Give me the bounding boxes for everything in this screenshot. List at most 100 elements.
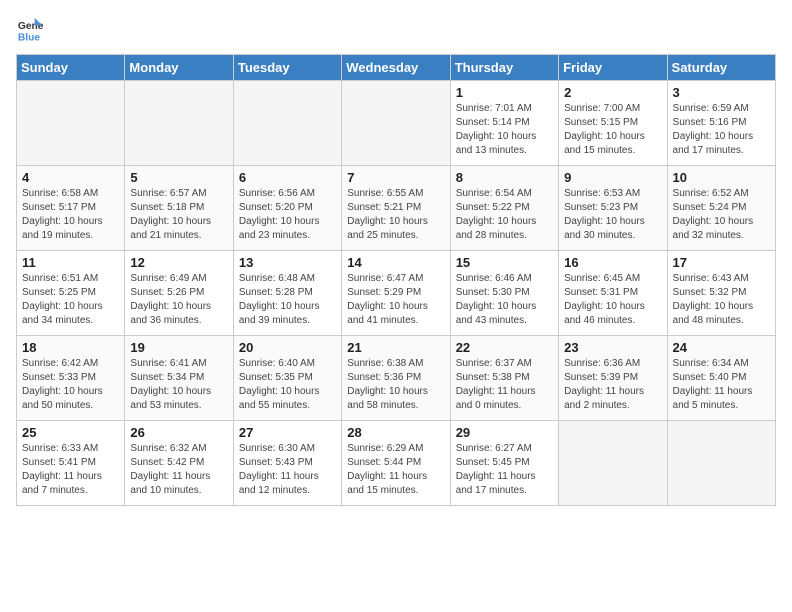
day-number: 29	[456, 425, 553, 440]
calendar-cell: 1Sunrise: 7:01 AM Sunset: 5:14 PM Daylig…	[450, 81, 558, 166]
calendar-cell	[559, 421, 667, 506]
day-number: 27	[239, 425, 336, 440]
day-number: 3	[673, 85, 770, 100]
day-info: Sunrise: 6:37 AM Sunset: 5:38 PM Dayligh…	[456, 357, 553, 413]
day-info: Sunrise: 6:33 AM Sunset: 5:41 PM Dayligh…	[22, 442, 119, 498]
weekday-header: Monday	[125, 55, 233, 81]
weekday-header: Thursday	[450, 55, 558, 81]
day-info: Sunrise: 6:57 AM Sunset: 5:18 PM Dayligh…	[130, 187, 227, 243]
calendar-cell: 3 Sunrise: 6:59 AM Sunset: 5:16 PM Daylig…	[667, 81, 775, 166]
weekday-header: Wednesday	[342, 55, 450, 81]
day-info: Sunrise: 6:55 AM Sunset: 5:21 PM Dayligh…	[347, 187, 444, 243]
day-info: Sunrise: 6:46 AM Sunset: 5:30 PM Dayligh…	[456, 272, 553, 328]
day-info: Sunrise: 6:43 AM Sunset: 5:32 PM Dayligh…	[673, 272, 770, 328]
day-info: Sunrise: 6:45 AM Sunset: 5:31 PM Dayligh…	[564, 272, 661, 328]
page-header: General Blue	[16, 16, 776, 44]
calendar-week-row: 4 Sunrise: 6:58 AM Sunset: 5:17 PM Daylig…	[17, 166, 776, 251]
svg-text:General: General	[18, 21, 44, 32]
calendar-cell: 25 Sunrise: 6:33 AM Sunset: 5:41 PM Dayli…	[17, 421, 125, 506]
calendar-cell: 8Sunrise: 6:54 AM Sunset: 5:22 PM Daylig…	[450, 166, 558, 251]
day-number: 16	[564, 255, 661, 270]
day-info: Sunrise: 6:52 AM Sunset: 5:24 PM Dayligh…	[673, 187, 770, 243]
calendar-cell	[667, 421, 775, 506]
day-number: 23	[564, 340, 661, 355]
logo: General Blue	[16, 16, 44, 44]
day-number: 5	[130, 170, 227, 185]
calendar-cell: 15 Sunrise: 6:46 AM Sunset: 5:30 PM Dayli…	[450, 251, 558, 336]
calendar-cell: 19 Sunrise: 6:41 AM Sunset: 5:34 PM Dayli…	[125, 336, 233, 421]
day-number: 18	[22, 340, 119, 355]
weekday-header-row: SundayMondayTuesdayWednesdayThursdayFrid…	[17, 55, 776, 81]
day-number: 8	[456, 170, 553, 185]
day-number: 2	[564, 85, 661, 100]
day-number: 10	[673, 170, 770, 185]
calendar-cell: 5 Sunrise: 6:57 AM Sunset: 5:18 PM Daylig…	[125, 166, 233, 251]
day-info: Sunrise: 6:59 AM Sunset: 5:16 PM Dayligh…	[673, 102, 770, 158]
day-info: Sunrise: 6:49 AM Sunset: 5:26 PM Dayligh…	[130, 272, 227, 328]
weekday-header: Sunday	[17, 55, 125, 81]
calendar-cell	[342, 81, 450, 166]
day-info: Sunrise: 6:30 AM Sunset: 5:43 PM Dayligh…	[239, 442, 336, 498]
day-info: Sunrise: 6:56 AM Sunset: 5:20 PM Dayligh…	[239, 187, 336, 243]
day-info: Sunrise: 6:32 AM Sunset: 5:42 PM Dayligh…	[130, 442, 227, 498]
day-number: 6	[239, 170, 336, 185]
calendar-cell: 9 Sunrise: 6:53 AM Sunset: 5:23 PM Daylig…	[559, 166, 667, 251]
calendar-cell: 28 Sunrise: 6:29 AM Sunset: 5:44 PM Dayli…	[342, 421, 450, 506]
calendar-week-row: 25 Sunrise: 6:33 AM Sunset: 5:41 PM Dayli…	[17, 421, 776, 506]
calendar-cell: 17 Sunrise: 6:43 AM Sunset: 5:32 PM Dayli…	[667, 251, 775, 336]
calendar-week-row: 11Sunrise: 6:51 AM Sunset: 5:25 PM Dayli…	[17, 251, 776, 336]
day-number: 9	[564, 170, 661, 185]
calendar-cell: 26Sunrise: 6:32 AM Sunset: 5:42 PM Dayli…	[125, 421, 233, 506]
day-info: Sunrise: 6:42 AM Sunset: 5:33 PM Dayligh…	[22, 357, 119, 413]
calendar-cell: 27 Sunrise: 6:30 AM Sunset: 5:43 PM Dayli…	[233, 421, 341, 506]
day-number: 25	[22, 425, 119, 440]
calendar-cell	[17, 81, 125, 166]
day-number: 14	[347, 255, 444, 270]
day-number: 22	[456, 340, 553, 355]
weekday-header: Tuesday	[233, 55, 341, 81]
weekday-header: Friday	[559, 55, 667, 81]
calendar-cell: 10 Sunrise: 6:52 AM Sunset: 5:24 PM Dayli…	[667, 166, 775, 251]
calendar-cell: 13Sunrise: 6:48 AM Sunset: 5:28 PM Dayli…	[233, 251, 341, 336]
calendar-cell: 11Sunrise: 6:51 AM Sunset: 5:25 PM Dayli…	[17, 251, 125, 336]
calendar-cell: 22 Sunrise: 6:37 AM Sunset: 5:38 PM Dayli…	[450, 336, 558, 421]
day-info: Sunrise: 6:47 AM Sunset: 5:29 PM Dayligh…	[347, 272, 444, 328]
day-number: 4	[22, 170, 119, 185]
calendar-cell: 29Sunrise: 6:27 AM Sunset: 5:45 PM Dayli…	[450, 421, 558, 506]
day-number: 21	[347, 340, 444, 355]
calendar-cell: 16 Sunrise: 6:45 AM Sunset: 5:31 PM Dayli…	[559, 251, 667, 336]
day-info: Sunrise: 6:40 AM Sunset: 5:35 PM Dayligh…	[239, 357, 336, 413]
calendar-week-row: 1Sunrise: 7:01 AM Sunset: 5:14 PM Daylig…	[17, 81, 776, 166]
weekday-header: Saturday	[667, 55, 775, 81]
day-info: Sunrise: 6:51 AM Sunset: 5:25 PM Dayligh…	[22, 272, 119, 328]
day-number: 15	[456, 255, 553, 270]
day-info: Sunrise: 6:58 AM Sunset: 5:17 PM Dayligh…	[22, 187, 119, 243]
day-number: 7	[347, 170, 444, 185]
day-number: 17	[673, 255, 770, 270]
day-info: Sunrise: 6:29 AM Sunset: 5:44 PM Dayligh…	[347, 442, 444, 498]
day-number: 19	[130, 340, 227, 355]
calendar-week-row: 18 Sunrise: 6:42 AM Sunset: 5:33 PM Dayli…	[17, 336, 776, 421]
day-number: 24	[673, 340, 770, 355]
calendar-cell	[125, 81, 233, 166]
day-info: Sunrise: 6:48 AM Sunset: 5:28 PM Dayligh…	[239, 272, 336, 328]
day-number: 28	[347, 425, 444, 440]
calendar-cell	[233, 81, 341, 166]
calendar-cell: 18 Sunrise: 6:42 AM Sunset: 5:33 PM Dayli…	[17, 336, 125, 421]
calendar-cell: 23 Sunrise: 6:36 AM Sunset: 5:39 PM Dayli…	[559, 336, 667, 421]
day-info: Sunrise: 6:38 AM Sunset: 5:36 PM Dayligh…	[347, 357, 444, 413]
calendar-cell: 24 Sunrise: 6:34 AM Sunset: 5:40 PM Dayli…	[667, 336, 775, 421]
day-number: 1	[456, 85, 553, 100]
logo-icon: General Blue	[16, 16, 44, 44]
calendar-cell: 4 Sunrise: 6:58 AM Sunset: 5:17 PM Daylig…	[17, 166, 125, 251]
calendar-table: SundayMondayTuesdayWednesdayThursdayFrid…	[16, 54, 776, 506]
day-info: Sunrise: 6:36 AM Sunset: 5:39 PM Dayligh…	[564, 357, 661, 413]
day-info: Sunrise: 6:53 AM Sunset: 5:23 PM Dayligh…	[564, 187, 661, 243]
day-number: 20	[239, 340, 336, 355]
day-info: Sunrise: 6:34 AM Sunset: 5:40 PM Dayligh…	[673, 357, 770, 413]
calendar-cell: 7 Sunrise: 6:55 AM Sunset: 5:21 PM Daylig…	[342, 166, 450, 251]
day-info: Sunrise: 6:41 AM Sunset: 5:34 PM Dayligh…	[130, 357, 227, 413]
svg-text:Blue: Blue	[18, 32, 41, 43]
calendar-cell: 14 Sunrise: 6:47 AM Sunset: 5:29 PM Dayli…	[342, 251, 450, 336]
calendar-cell: 2Sunrise: 7:00 AM Sunset: 5:15 PM Daylig…	[559, 81, 667, 166]
